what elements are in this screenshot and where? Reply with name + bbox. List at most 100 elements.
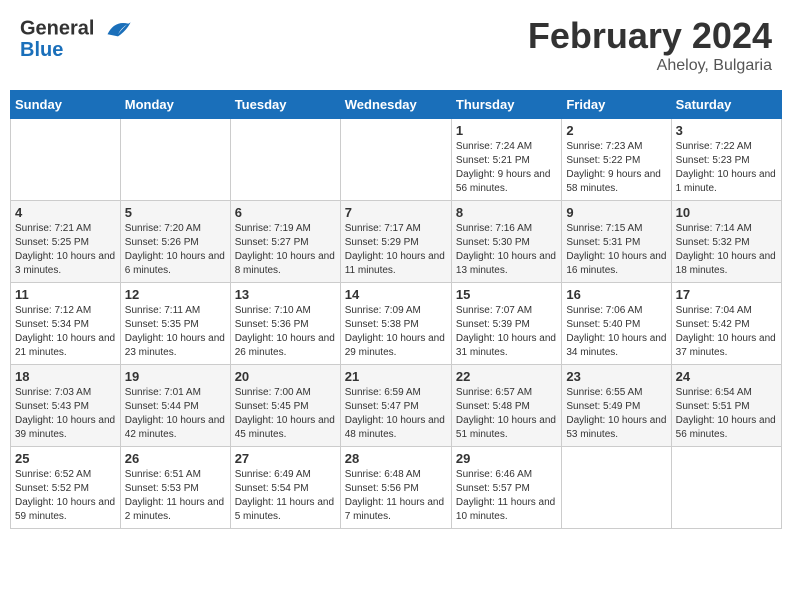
day-cell: 4Sunrise: 7:21 AMSunset: 5:25 PMDaylight… bbox=[11, 201, 121, 283]
calendar-header-row: Sunday Monday Tuesday Wednesday Thursday… bbox=[11, 91, 782, 119]
day-number: 24 bbox=[676, 369, 777, 384]
day-info: Sunrise: 7:09 AMSunset: 5:38 PMDaylight:… bbox=[345, 304, 447, 360]
day-cell: 18 Sunrise: 7:03 AMSunset: 5:43 PMDayligh… bbox=[11, 365, 121, 447]
day-number: 6 bbox=[235, 205, 336, 220]
day-cell bbox=[230, 119, 340, 201]
day-number: 10 bbox=[676, 205, 777, 220]
title-area: February 2024 Aheloy, Bulgaria bbox=[528, 15, 772, 75]
day-number: 27 bbox=[235, 451, 336, 466]
day-number: 28 bbox=[345, 451, 447, 466]
week-row-1: 1 Sunrise: 7:24 AMSunset: 5:21 PMDaylight… bbox=[11, 119, 782, 201]
day-cell bbox=[562, 447, 671, 529]
day-number: 13 bbox=[235, 287, 336, 302]
day-info: Sunrise: 7:23 AMSunset: 5:22 PMDaylight:… bbox=[566, 140, 666, 196]
week-row-3: 11 Sunrise: 7:12 AMSunset: 5:34 PMDayligh… bbox=[11, 283, 782, 365]
day-info: Sunrise: 7:06 AMSunset: 5:40 PMDaylight:… bbox=[566, 304, 666, 360]
day-info: Sunrise: 7:22 AMSunset: 5:23 PMDaylight:… bbox=[676, 140, 777, 196]
day-info: Sunrise: 7:11 AMSunset: 5:35 PMDaylight:… bbox=[125, 304, 226, 360]
day-info: Sunrise: 6:55 AMSunset: 5:49 PMDaylight:… bbox=[566, 386, 666, 442]
day-info: Sunrise: 7:07 AMSunset: 5:39 PMDaylight:… bbox=[456, 304, 557, 360]
month-title: February 2024 bbox=[528, 15, 772, 57]
day-cell: 5 Sunrise: 7:20 AMSunset: 5:26 PMDaylight… bbox=[120, 201, 230, 283]
day-number: 9 bbox=[566, 205, 666, 220]
day-cell: 14 Sunrise: 7:09 AMSunset: 5:38 PMDayligh… bbox=[340, 283, 451, 365]
day-number: 20 bbox=[235, 369, 336, 384]
day-cell bbox=[340, 119, 451, 201]
day-cell: 7Sunrise: 7:17 AMSunset: 5:29 PMDaylight… bbox=[340, 201, 451, 283]
day-cell: 23 Sunrise: 6:55 AMSunset: 5:49 PMDayligh… bbox=[562, 365, 671, 447]
day-cell: 19 Sunrise: 7:01 AMSunset: 5:44 PMDayligh… bbox=[120, 365, 230, 447]
day-info: Sunrise: 6:57 AMSunset: 5:48 PMDaylight:… bbox=[456, 386, 557, 442]
day-info: Sunrise: 7:04 AMSunset: 5:42 PMDaylight:… bbox=[676, 304, 777, 360]
day-number: 5 bbox=[125, 205, 226, 220]
header-sunday: Sunday bbox=[11, 91, 121, 119]
header-tuesday: Tuesday bbox=[230, 91, 340, 119]
day-cell: 13 Sunrise: 7:10 AMSunset: 5:36 PMDayligh… bbox=[230, 283, 340, 365]
day-cell bbox=[11, 119, 121, 201]
header-friday: Friday bbox=[562, 91, 671, 119]
day-number: 23 bbox=[566, 369, 666, 384]
day-info: Sunrise: 7:03 AMSunset: 5:43 PMDaylight:… bbox=[15, 386, 116, 442]
day-number: 3 bbox=[676, 123, 777, 138]
day-number: 22 bbox=[456, 369, 557, 384]
day-number: 17 bbox=[676, 287, 777, 302]
week-row-5: 25Sunrise: 6:52 AMSunset: 5:52 PMDayligh… bbox=[11, 447, 782, 529]
day-number: 19 bbox=[125, 369, 226, 384]
day-number: 1 bbox=[456, 123, 557, 138]
day-cell: 29 Sunrise: 6:46 AMSunset: 5:57 PMDayligh… bbox=[451, 447, 561, 529]
day-cell bbox=[671, 447, 781, 529]
day-number: 14 bbox=[345, 287, 447, 302]
day-cell: 16Sunrise: 7:06 AMSunset: 5:40 PMDayligh… bbox=[562, 283, 671, 365]
day-number: 21 bbox=[345, 369, 447, 384]
day-info: Sunrise: 6:54 AMSunset: 5:51 PMDaylight:… bbox=[676, 386, 777, 442]
header-wednesday: Wednesday bbox=[340, 91, 451, 119]
day-info: Sunrise: 6:46 AMSunset: 5:57 PMDaylight:… bbox=[456, 468, 557, 524]
header-saturday: Saturday bbox=[671, 91, 781, 119]
day-number: 11 bbox=[15, 287, 116, 302]
day-info: Sunrise: 6:48 AMSunset: 5:56 PMDaylight:… bbox=[345, 468, 447, 524]
day-cell: 21 Sunrise: 6:59 AMSunset: 5:47 PMDayligh… bbox=[340, 365, 451, 447]
day-cell: 11 Sunrise: 7:12 AMSunset: 5:34 PMDayligh… bbox=[11, 283, 121, 365]
day-cell: 17 Sunrise: 7:04 AMSunset: 5:42 PMDayligh… bbox=[671, 283, 781, 365]
day-cell: 22 Sunrise: 6:57 AMSunset: 5:48 PMDayligh… bbox=[451, 365, 561, 447]
day-info: Sunrise: 7:15 AMSunset: 5:31 PMDaylight:… bbox=[566, 222, 666, 278]
day-info: Sunrise: 7:14 AMSunset: 5:32 PMDaylight:… bbox=[676, 222, 777, 278]
day-info: Sunrise: 7:16 AMSunset: 5:30 PMDaylight:… bbox=[456, 222, 557, 278]
day-info: Sunrise: 6:49 AMSunset: 5:54 PMDaylight:… bbox=[235, 468, 336, 524]
day-info: Sunrise: 7:17 AMSunset: 5:29 PMDaylight:… bbox=[345, 222, 447, 278]
day-cell: 9 Sunrise: 7:15 AMSunset: 5:31 PMDaylight… bbox=[562, 201, 671, 283]
day-cell: 26Sunrise: 6:51 AMSunset: 5:53 PMDayligh… bbox=[120, 447, 230, 529]
day-cell: 6Sunrise: 7:19 AMSunset: 5:27 PMDaylight… bbox=[230, 201, 340, 283]
day-info: Sunrise: 7:01 AMSunset: 5:44 PMDaylight:… bbox=[125, 386, 226, 442]
calendar: Sunday Monday Tuesday Wednesday Thursday… bbox=[10, 90, 782, 529]
day-number: 18 bbox=[15, 369, 116, 384]
header-monday: Monday bbox=[120, 91, 230, 119]
day-cell: 1 Sunrise: 7:24 AMSunset: 5:21 PMDaylight… bbox=[451, 119, 561, 201]
day-info: Sunrise: 6:59 AMSunset: 5:47 PMDaylight:… bbox=[345, 386, 447, 442]
day-cell: 8Sunrise: 7:16 AMSunset: 5:30 PMDaylight… bbox=[451, 201, 561, 283]
day-cell: 2 Sunrise: 7:23 AMSunset: 5:22 PMDaylight… bbox=[562, 119, 671, 201]
day-number: 4 bbox=[15, 205, 116, 220]
day-cell: 10 Sunrise: 7:14 AMSunset: 5:32 PMDayligh… bbox=[671, 201, 781, 283]
header: General Blue February 2024 Aheloy, Bulga… bbox=[10, 10, 782, 80]
logo: General Blue bbox=[20, 15, 132, 62]
day-number: 29 bbox=[456, 451, 557, 466]
logo-bird-icon bbox=[104, 15, 132, 43]
week-row-4: 18 Sunrise: 7:03 AMSunset: 5:43 PMDayligh… bbox=[11, 365, 782, 447]
day-cell: 3 Sunrise: 7:22 AMSunset: 5:23 PMDaylight… bbox=[671, 119, 781, 201]
day-cell: 12Sunrise: 7:11 AMSunset: 5:35 PMDayligh… bbox=[120, 283, 230, 365]
day-info: Sunrise: 7:10 AMSunset: 5:36 PMDaylight:… bbox=[235, 304, 336, 360]
day-info: Sunrise: 7:12 AMSunset: 5:34 PMDaylight:… bbox=[15, 304, 116, 360]
day-info: Sunrise: 7:00 AMSunset: 5:45 PMDaylight:… bbox=[235, 386, 336, 442]
day-info: Sunrise: 7:24 AMSunset: 5:21 PMDaylight:… bbox=[456, 140, 557, 196]
day-number: 15 bbox=[456, 287, 557, 302]
header-thursday: Thursday bbox=[451, 91, 561, 119]
day-cell bbox=[120, 119, 230, 201]
day-cell: 25Sunrise: 6:52 AMSunset: 5:52 PMDayligh… bbox=[11, 447, 121, 529]
day-number: 2 bbox=[566, 123, 666, 138]
day-info: Sunrise: 6:52 AMSunset: 5:52 PMDaylight:… bbox=[15, 468, 116, 524]
day-cell: 15 Sunrise: 7:07 AMSunset: 5:39 PMDayligh… bbox=[451, 283, 561, 365]
day-cell: 20 Sunrise: 7:00 AMSunset: 5:45 PMDayligh… bbox=[230, 365, 340, 447]
day-info: Sunrise: 7:20 AMSunset: 5:26 PMDaylight:… bbox=[125, 222, 226, 278]
logo-general: General bbox=[20, 17, 94, 39]
